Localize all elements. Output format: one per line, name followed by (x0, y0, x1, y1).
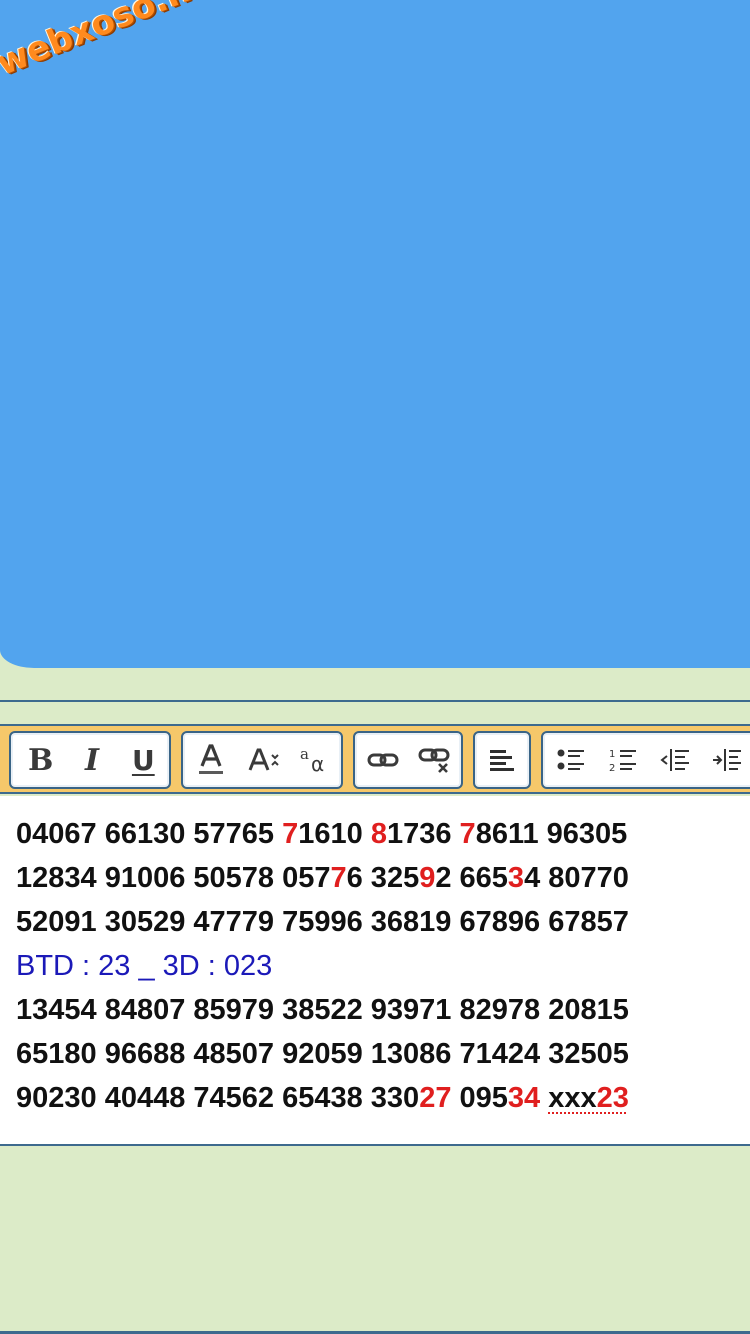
svg-text:α: α (311, 752, 324, 776)
image-canvas: webxoso.net (0, 0, 750, 668)
font-size-icon (248, 748, 279, 771)
list-group: 1 2 (541, 731, 750, 789)
watermark-logo: webxoso.net (0, 0, 233, 84)
text-color-button[interactable] (185, 737, 237, 783)
link-group (353, 731, 463, 789)
highlighted-digits: 27 (419, 1082, 452, 1114)
link-icon (367, 753, 399, 767)
font-size-button[interactable] (237, 737, 289, 783)
font-face-icon: a α (300, 745, 324, 776)
text-color-icon (199, 744, 223, 774)
highlighted-digits: 34 (507, 1082, 541, 1114)
numbered-list-button[interactable]: 1 2 (597, 737, 649, 783)
editor-text-line: BTD : 23 _ 3D : 023 (16, 944, 750, 988)
text-segment: 52091 30529 47779 75996 36819 67896 6785… (16, 906, 629, 938)
svg-text:a: a (300, 745, 309, 763)
text-segment: BTD : 23 _ 3D : 023 (16, 950, 273, 982)
text-segment: 095 (451, 1082, 508, 1114)
editor-text-line: 90230 40448 74562 65438 33027 09534 xxx2… (16, 1076, 750, 1120)
editor-text-line: 12834 91006 50578 05776 32592 66534 8077… (16, 856, 750, 900)
align-left-icon (490, 750, 514, 771)
text-segment: 13454 84807 85979 38522 93971 82978 2081… (16, 994, 629, 1026)
svg-text:1: 1 (609, 749, 615, 760)
text-segment: 90230 40448 74562 65438 330 (16, 1082, 420, 1114)
editor-text-line: 13454 84807 85979 38522 93971 82978 2081… (16, 988, 750, 1032)
numbered-list-icon: 1 2 (609, 749, 636, 774)
italic-label: I (84, 742, 100, 778)
text-segment: 65180 96688 48507 92059 13086 71424 3250… (16, 1038, 629, 1070)
text-segment: 8611 96305 (475, 818, 628, 850)
italic-button[interactable]: I (66, 737, 117, 783)
underline-label: U (131, 743, 155, 777)
text-segment: 6 325 (346, 862, 420, 894)
indent-button[interactable] (701, 737, 750, 783)
text-segment: 04067 66130 57765 (16, 818, 283, 850)
highlighted-digits: 23 (596, 1082, 629, 1114)
text-segment: xxx (548, 1082, 597, 1114)
highlighted-digits: 3 (507, 862, 525, 894)
indent-icon (713, 749, 741, 771)
bullet-list-button[interactable] (545, 737, 597, 783)
text-style-group: B I U (9, 731, 171, 789)
highlighted-digits: 9 (419, 862, 436, 894)
underline-button[interactable]: U (118, 737, 169, 783)
text-segment: 1610 (298, 818, 371, 850)
text-segment: 1736 (386, 818, 460, 850)
divider-line (0, 700, 750, 702)
bullet-list-icon (557, 749, 584, 770)
text-segment: 2 665 (435, 862, 508, 894)
align-left-button[interactable] (476, 737, 528, 783)
page: webxoso.net B I U a α 1 2 04067 66130 57… (0, 0, 750, 1334)
font-face-button[interactable]: a α (289, 737, 341, 783)
insert-link-button[interactable] (357, 737, 409, 783)
highlighted-digits: 7 (330, 862, 347, 894)
editor-text-line: 52091 30529 47779 75996 36819 67896 6785… (16, 900, 750, 944)
highlighted-digits: 7 (459, 818, 476, 850)
text-segment: 4 80770 (524, 862, 629, 894)
outdent-icon (660, 749, 689, 771)
svg-text:2: 2 (609, 763, 615, 774)
unlink-icon (418, 748, 450, 773)
align-group (473, 731, 531, 789)
highlighted-digits: 8 (370, 818, 387, 850)
font-group: a α (181, 731, 343, 789)
editor-toolbar: B I U a α 1 2 (0, 724, 750, 794)
bold-label: B (27, 742, 54, 778)
text-segment: 12834 91006 50578 057 (16, 862, 331, 894)
outdent-button[interactable] (649, 737, 701, 783)
editor-text-line: 04067 66130 57765 71610 81736 78611 9630… (16, 812, 750, 856)
editor-text-line: 65180 96688 48507 92059 13086 71424 3250… (16, 1032, 750, 1076)
bold-button[interactable]: B (15, 737, 66, 783)
remove-link-button[interactable] (409, 737, 461, 783)
highlighted-digits: 7 (282, 818, 299, 850)
editor-content-area[interactable]: 04067 66130 57765 71610 81736 78611 9630… (0, 796, 750, 1146)
